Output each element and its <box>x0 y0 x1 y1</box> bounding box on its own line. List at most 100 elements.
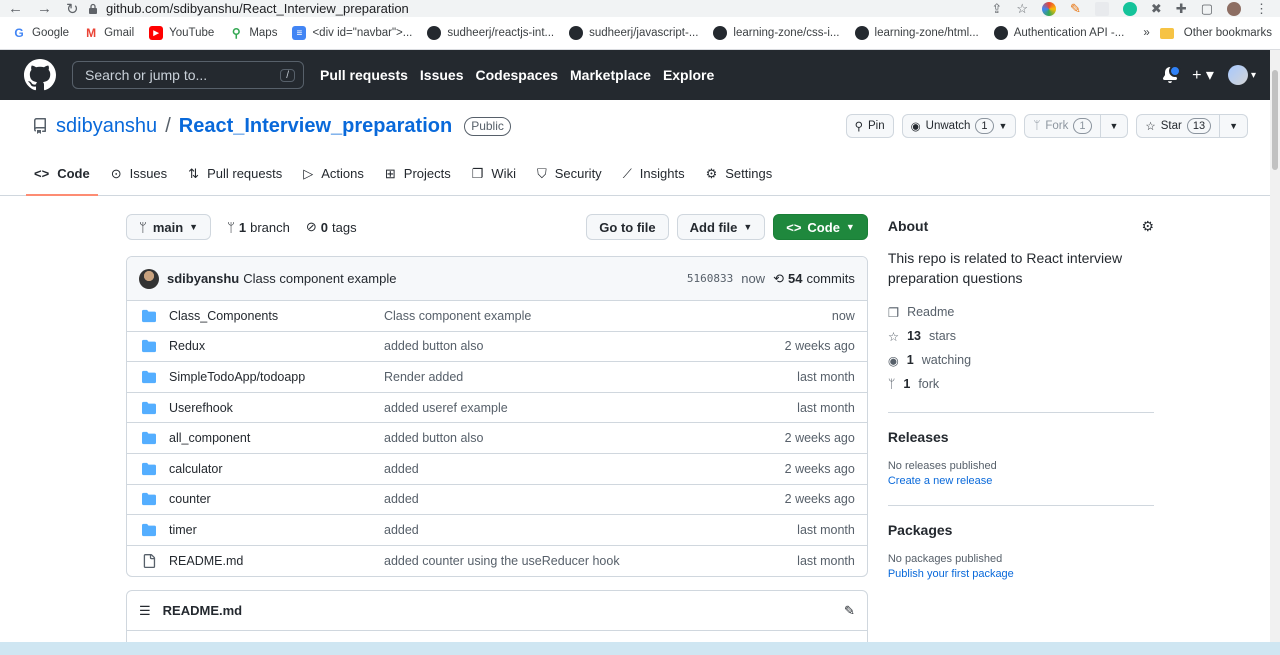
other-bookmarks[interactable]: Other bookmarks <box>1184 27 1272 39</box>
tab-security[interactable]: ⛉ Security <box>529 152 610 195</box>
repo-name-link[interactable]: React_Interview_preparation <box>179 115 452 138</box>
grammarly-icon[interactable] <box>1122 1 1137 16</box>
star-button[interactable]: ☆ Star 13 <box>1136 114 1221 138</box>
branches-link[interactable]: ᛘ 1 branch <box>227 220 290 235</box>
share-icon[interactable]: ⇪ <box>991 1 1002 17</box>
file-name-link[interactable]: Class_Components <box>169 309 384 323</box>
tab-code[interactable]: <> Code <box>26 152 98 196</box>
file-commit-message-link[interactable]: added <box>384 462 785 476</box>
file-name-link[interactable]: counter <box>169 492 384 506</box>
commits-link[interactable]: ⟲ 54 commits <box>773 271 855 287</box>
commit-sha-link[interactable]: 5160833 <box>687 272 733 285</box>
forward-icon[interactable]: → <box>37 0 52 17</box>
nav-issues[interactable]: Issues <box>420 67 464 83</box>
pen-extension-icon[interactable]: ✎ <box>1070 1 1081 17</box>
bookmark-github[interactable]: learning-zone/html... <box>854 26 979 40</box>
file-name-link[interactable]: timer <box>169 523 384 537</box>
bookmark-google[interactable]: G Google <box>12 26 69 40</box>
file-commit-message-link[interactable]: added <box>384 492 785 506</box>
tab-insights[interactable]: ⟋ Insights <box>615 152 693 195</box>
unwatch-button[interactable]: ◉ Unwatch 1 ▼ <box>901 114 1017 138</box>
tab-wiki[interactable]: ❐ Wiki <box>464 152 524 195</box>
user-menu[interactable]: ▾ <box>1227 65 1256 85</box>
fork-dropdown-button[interactable]: ▼ <box>1100 114 1129 138</box>
forks-link[interactable]: ᛘ 1 fork <box>888 372 1154 396</box>
nav-pull-requests[interactable]: Pull requests <box>320 67 408 83</box>
tab-actions[interactable]: ▷ Actions <box>295 152 372 195</box>
table-row[interactable]: timer added last month <box>127 515 867 546</box>
table-row[interactable]: README.md added counter using the useRedu… <box>127 546 867 577</box>
file-commit-message-link[interactable]: added button also <box>384 431 785 445</box>
file-name-link[interactable]: all_component <box>169 431 384 445</box>
file-commit-message-link[interactable]: Class component example <box>384 309 832 323</box>
tab-projects[interactable]: ⊞ Projects <box>377 152 459 195</box>
bookmark-github[interactable]: Authentication API -... <box>993 26 1124 40</box>
address-bar[interactable]: github.com/sdibyanshu/React_Interview_pr… <box>88 1 991 16</box>
reload-icon[interactable]: ↻ <box>66 0 79 18</box>
tab-settings[interactable]: ⚙ Settings <box>698 152 781 195</box>
table-row[interactable]: Redux added button also 2 weeks ago <box>127 332 867 363</box>
extension-icon[interactable] <box>1041 1 1056 16</box>
code-button[interactable]: <> Code ▼ <box>773 214 868 240</box>
file-commit-message-link[interactable]: added <box>384 523 797 537</box>
file-name-link[interactable]: SimpleTodoApp/todoapp <box>169 370 384 384</box>
bookmark-star-icon[interactable]: ☆ <box>1016 1 1028 17</box>
sidepanel-icon[interactable]: ▢ <box>1201 1 1213 17</box>
bookmarks-overflow[interactable]: » <box>1143 27 1149 39</box>
file-commit-message-link[interactable]: added counter using the useReducer hook <box>384 554 797 568</box>
tags-link[interactable]: ⊘ 0 tags <box>306 219 357 235</box>
extension-icon[interactable]: ✖ <box>1151 1 1162 17</box>
bookmark-github[interactable]: learning-zone/css-i... <box>713 26 840 40</box>
table-row[interactable]: Userefhook added useref example last month <box>127 393 867 424</box>
tab-pull-requests[interactable]: ⇅ Pull requests <box>180 152 290 195</box>
nav-codespaces[interactable]: Codespaces <box>476 67 558 83</box>
branch-selector-button[interactable]: ᛘ main ▼ <box>126 214 212 240</box>
table-row[interactable]: all_component added button also 2 weeks ag… <box>127 423 867 454</box>
profile-avatar[interactable] <box>1227 1 1241 16</box>
publish-package-link[interactable]: Publish your first package <box>888 567 1154 582</box>
pin-button[interactable]: ⚲ Pin <box>845 114 894 138</box>
bookmark-gmail[interactable]: M Gmail <box>84 26 134 40</box>
create-new-plus-icon[interactable]: + ▾ <box>1192 65 1214 85</box>
page-scrollbar[interactable] <box>1270 50 1280 642</box>
readme-link[interactable]: ❐ Readme <box>888 300 1154 324</box>
pencil-icon[interactable]: ✎ <box>844 603 855 619</box>
list-icon[interactable]: ☰ <box>139 603 151 619</box>
table-row[interactable]: SimpleTodoApp/todoapp Render added last mo… <box>127 362 867 393</box>
add-file-button[interactable]: Add file ▼ <box>676 214 766 240</box>
nav-explore[interactable]: Explore <box>663 67 714 83</box>
github-logo-icon[interactable] <box>24 59 56 91</box>
go-to-file-button[interactable]: Go to file <box>586 214 669 240</box>
repo-owner-link[interactable]: sdibyanshu <box>56 115 157 138</box>
star-dropdown-button[interactable]: ▼ <box>1220 114 1248 138</box>
notifications-bell-icon[interactable] <box>1162 65 1182 83</box>
file-name-link[interactable]: Userefhook <box>169 401 384 415</box>
file-name-link[interactable]: calculator <box>169 462 384 476</box>
file-name-link[interactable]: Redux <box>169 339 384 353</box>
file-name-link[interactable]: README.md <box>169 554 384 568</box>
avatar[interactable] <box>139 268 159 289</box>
extension-icon[interactable] <box>1094 1 1109 16</box>
table-row[interactable]: calculator added 2 weeks ago <box>127 454 867 485</box>
file-commit-message-link[interactable]: added useref example <box>384 401 797 415</box>
table-row[interactable]: counter added 2 weeks ago <box>127 485 867 516</box>
bookmark-github[interactable]: sudheerj/javascript-... <box>569 26 698 40</box>
gear-icon[interactable]: ⚙ <box>1141 218 1154 235</box>
bookmark-maps[interactable]: ⚲ Maps <box>229 26 278 40</box>
search-input[interactable]: Search or jump to... / <box>72 61 304 89</box>
commit-message-link[interactable]: Class component example <box>243 271 396 286</box>
tab-issues[interactable]: ⊙ Issues <box>103 152 175 195</box>
bookmark-github[interactable]: sudheerj/reactjs-int... <box>427 26 554 40</box>
commit-author-link[interactable]: sdibyanshu <box>167 271 239 286</box>
menu-icon[interactable]: ⋮ <box>1255 1 1268 17</box>
file-commit-message-link[interactable]: added button also <box>384 339 785 353</box>
back-icon[interactable]: ← <box>8 0 23 17</box>
table-row[interactable]: Class_Components Class component example n… <box>127 301 867 332</box>
fork-button[interactable]: ᛘ Fork 1 <box>1024 114 1101 138</box>
watchers-link[interactable]: ◉ 1 watching <box>888 348 1154 372</box>
create-release-link[interactable]: Create a new release <box>888 474 1154 489</box>
stars-link[interactable]: ☆ 13 stars <box>888 324 1154 348</box>
bookmark-youtube[interactable]: ▶ YouTube <box>149 26 214 40</box>
releases-title[interactable]: Releases <box>888 429 1154 445</box>
file-commit-message-link[interactable]: Render added <box>384 370 797 384</box>
